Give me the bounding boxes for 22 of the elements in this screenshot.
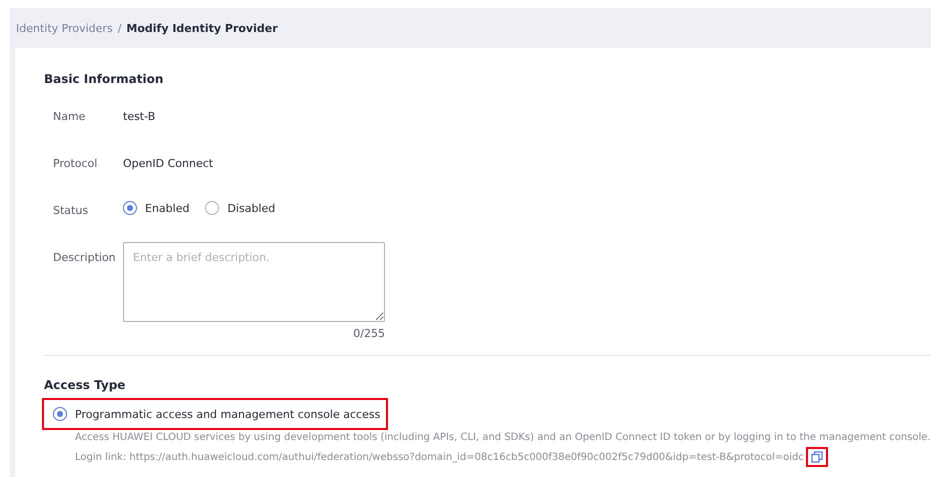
- field-value: test-B: [123, 110, 156, 123]
- copy-icon: [810, 451, 823, 463]
- character-counter: 0/255: [353, 327, 385, 340]
- description-field[interactable]: Enter a brief description.: [123, 242, 385, 322]
- radio-label[interactable]: Programmatic access and management console access: [75, 408, 380, 420]
- radio-button[interactable]: [205, 201, 220, 215]
- field-label: Status: [53, 204, 90, 217]
- option-description: Access HUAWEI CLOUD services by using development tools (including APIs, CLI, and SDKs) and an OpenID Connect ID token or by logging in to the management console.: [75, 432, 931, 443]
- login-link-text: Login link: https://auth.huaweicloud.com/authui/federation/websso?domain_id=08c16cb5c000f38e0f90c002f5c79d00&idp=test-B&protocol=oidc: [75, 452, 804, 462]
- breadcrumb-separator: /: [118, 22, 122, 34]
- radio-label[interactable]: Disabled: [227, 202, 276, 214]
- field-label: Description: [53, 251, 117, 264]
- breadcrumb-current: Modify Identity Provider: [126, 22, 278, 34]
- field-value: OpenID Connect: [123, 157, 214, 170]
- section-title: Basic Information: [44, 72, 164, 86]
- radio-button[interactable]: [123, 201, 137, 215]
- field-label: Name: [53, 110, 86, 123]
- radio-label[interactable]: Enabled: [145, 202, 190, 214]
- section-title: Access Type: [44, 378, 126, 392]
- copy-button[interactable]: [806, 447, 828, 467]
- field-label: Protocol: [53, 157, 98, 170]
- radio-button[interactable]: [53, 407, 67, 421]
